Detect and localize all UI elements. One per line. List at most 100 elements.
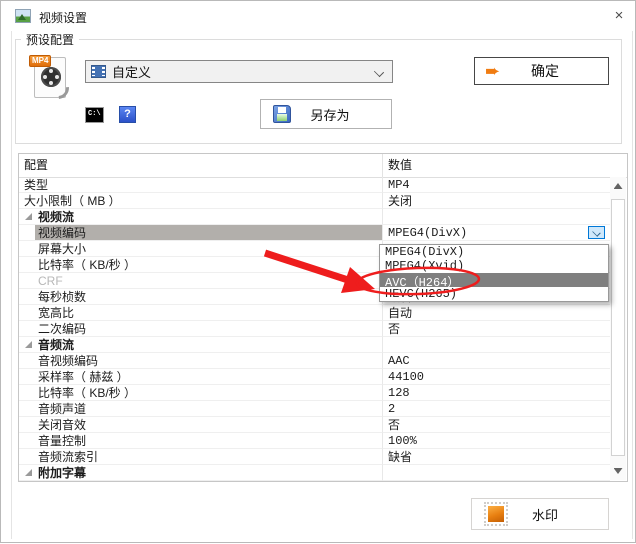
table-row[interactable]: 采样率（ 赫兹 ） 44100 [19,369,610,385]
save-as-button[interactable]: 另存为 [260,99,392,129]
row-label-cell[interactable]: 比特率（ KB/秒 ） [19,257,383,273]
row-label: 视频编码 [38,225,86,241]
row-value: 44100 [388,370,424,384]
chevron-down-icon [374,67,384,77]
row-label: 二次编码 [38,321,86,337]
row-value-cell[interactable] [383,209,610,225]
dropdown-option[interactable]: MPEG4(Xvid) [380,259,608,273]
row-label: 音频流索引 [38,449,98,465]
scrollbar-down-button[interactable] [610,462,626,480]
close-icon[interactable]: × [608,6,630,26]
row-label-cell[interactable]: 宽高比 [19,305,383,321]
row-value-cell[interactable] [383,337,610,353]
row-label-cell[interactable]: 大小限制（ MB ） [19,193,383,209]
row-value-cell[interactable] [383,465,610,481]
profile-combobox[interactable]: 自定义 [85,60,393,83]
row-value: 自动 [388,304,412,321]
row-value: 缺省 [388,448,412,465]
row-value: MPEG4(DivX) [388,226,467,240]
preset-group-label: 预设配置 [21,31,79,48]
row-label-cell[interactable]: 音量控制 [19,433,383,449]
row-label-cell[interactable]: 视频编码 [19,225,383,241]
ok-button[interactable]: ➨ 确定 [474,57,609,85]
row-label: 采样率（ 赫兹 ） [38,369,129,385]
help-icon[interactable]: ? [119,106,136,123]
dropdown-option[interactable]: HEVC(H265) [380,287,608,301]
table-rows: 类型MP4大小限制（ MB ）关闭视频流视频编码MPEG4(DivX)屏幕大小比… [19,177,610,481]
row-label-cell[interactable]: 每秒桢数 [19,289,383,305]
dropdown-option[interactable]: MPEG4(DivX) [380,245,608,259]
row-value: MP4 [388,178,410,192]
row-label-cell[interactable]: 类型 [19,177,383,193]
table-row[interactable]: 大小限制（ MB ） 关闭 [19,193,610,209]
row-label-cell[interactable]: CRF [19,273,383,289]
ok-button-label: 确定 [500,61,590,81]
mp4-file-icon: MP4 [30,55,66,98]
table-row[interactable]: 视频流 [19,209,610,225]
row-label-cell[interactable]: 音频流 [19,337,383,353]
triangle-down-icon [614,468,623,474]
table-row[interactable]: 附加字幕 [19,465,610,481]
row-value-cell[interactable]: MPEG4(DivX) [383,225,610,241]
row-label-cell[interactable]: 关闭音效 [19,417,383,433]
row-value: 2 [388,402,395,416]
row-label-cell[interactable]: 音频声道 [19,401,383,417]
watermark-button-label: 水印 [508,505,582,524]
table-row[interactable]: 音视频编码 AAC [19,353,610,369]
row-label-cell[interactable]: 屏幕大小 [19,241,383,257]
chevron-down-icon [592,228,600,236]
row-value-cell[interactable]: 否 [383,321,610,337]
save-icon [273,105,291,123]
value-dropdown-button[interactable] [588,226,605,239]
scrollbar-thumb[interactable] [611,199,625,456]
profile-combobox-value: 自定义 [112,62,151,81]
column-header-value[interactable]: 数值 [383,154,627,177]
collapse-triangle-icon[interactable] [25,213,32,220]
table-row[interactable]: 音频流索引 缺省 [19,449,610,465]
row-value-cell[interactable]: 44100 [383,369,610,385]
scrollbar-up-button[interactable] [610,177,626,195]
row-label-cell[interactable]: 音频流索引 [19,449,383,465]
collapse-triangle-icon[interactable] [25,341,32,348]
table-row[interactable]: 宽高比自动 [19,305,610,321]
row-value-cell[interactable]: 缺省 [383,449,610,465]
row-label: 每秒桢数 [38,289,86,305]
row-value-cell[interactable]: 2 [383,401,610,417]
table-row[interactable]: 类型 MP4 [19,177,610,193]
row-value-cell[interactable]: MP4 [383,177,610,193]
row-value-cell[interactable]: 否 [383,417,610,433]
table-row[interactable]: 音频声道 2 [19,401,610,417]
row-value-cell[interactable]: 自动 [383,305,610,321]
watermark-button[interactable]: 水印 [471,498,609,530]
settings-table: 配置 数值 类型 MP4 大小限制（ MB ） 关闭视频流视频编码 MPEG4(DivX… [18,153,628,482]
dropdown-option[interactable]: AVC（H264） [380,273,608,287]
row-label: 大小限制（ MB ） [24,193,121,209]
row-label-cell[interactable]: 视频流 [19,209,383,225]
table-row[interactable]: 音量控制100% [19,433,610,449]
table-row[interactable]: 音频流 [19,337,610,353]
row-label-cell[interactable]: 二次编码 [19,321,383,337]
row-value-cell[interactable]: AAC [383,353,610,369]
row-label: 附加字幕 [38,465,86,481]
row-label-cell[interactable]: 附加字幕 [19,465,383,481]
row-value-cell[interactable]: 100% [383,433,610,449]
table-row[interactable]: 二次编码 否 [19,321,610,337]
table-row[interactable]: 关闭音效否 [19,417,610,433]
row-label-cell[interactable]: 比特率（ KB/秒 ） [19,385,383,401]
column-header-config[interactable]: 配置 [19,154,383,177]
row-label: 比特率（ KB/秒 ） [38,257,136,273]
command-line-icon[interactable]: C:\ [85,107,104,123]
row-label: 视频流 [38,209,74,225]
row-value-cell[interactable]: 128 [383,385,610,401]
row-value: AAC [388,354,410,368]
row-label-cell[interactable]: 音视频编码 [19,353,383,369]
vertical-scrollbar[interactable] [610,177,626,480]
table-row[interactable]: 视频编码 MPEG4(DivX) [19,225,610,241]
row-label-cell[interactable]: 采样率（ 赫兹 ） [19,369,383,385]
stamp-icon [484,502,508,526]
frame-left-divider [11,31,12,539]
collapse-triangle-icon[interactable] [25,469,32,476]
table-row[interactable]: 比特率（ KB/秒 ）128 [19,385,610,401]
codec-dropdown-list: MPEG4(DivX)MPEG4(Xvid)AVC（H264）HEVC(H265… [379,244,609,302]
row-value-cell[interactable]: 关闭 [383,193,610,209]
